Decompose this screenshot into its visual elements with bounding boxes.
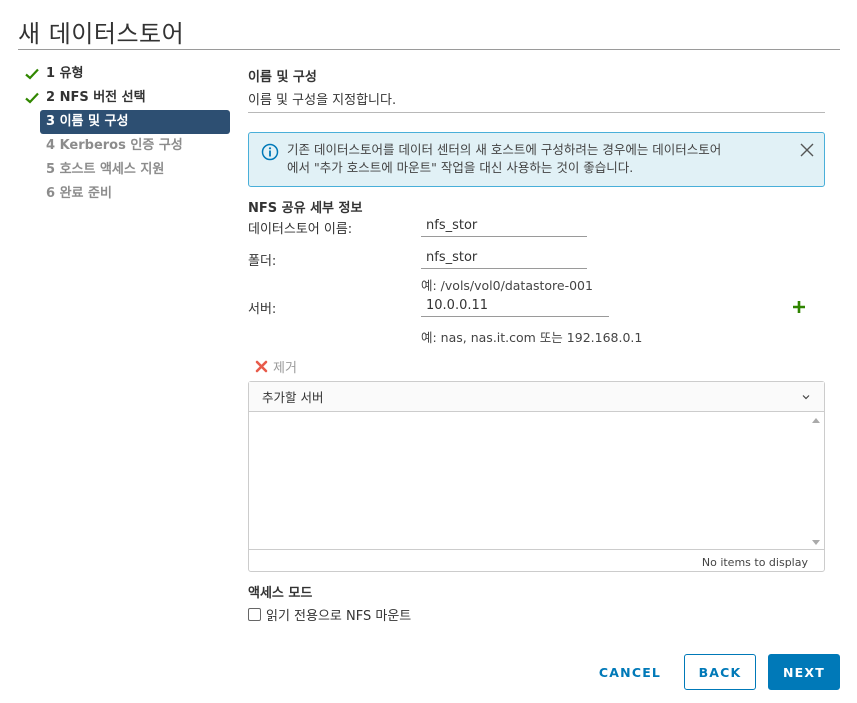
step-label: 6 완료 준비 [46,186,112,201]
readonly-label: 읽기 전용으로 NFS 마운트 [266,609,412,624]
title-divider [18,49,840,50]
alert-line: 에서 "추가 호스트에 마운트" 작업을 대신 사용하는 것이 좋습니다. [287,160,634,175]
scroll-up-icon[interactable] [812,418,820,423]
server-hint: 예: nas, nas.it.com 또는 192.168.0.1 [421,330,643,345]
chevron-down-icon[interactable] [801,392,811,402]
step-label: 1 유형 [46,66,84,81]
check-icon [25,92,39,104]
folder-label: 폴더: [248,254,277,269]
info-icon [261,143,279,161]
close-icon [255,360,268,373]
datastore-name-input[interactable] [421,215,587,237]
server-input[interactable] [421,295,609,317]
readonly-checkbox[interactable] [248,608,261,621]
section-divider [248,112,825,113]
folder-hint: 예: /vols/vol0/datastore-001 [421,278,593,293]
next-button[interactable]: NEXT [768,654,840,690]
remove-label: 제거 [273,361,297,376]
step-name-config[interactable]: 3 이름 및 구성 [40,110,230,134]
remove-button[interactable]: 제거 [254,357,297,376]
step-host-access[interactable]: 5 호스트 액세스 지원 [24,158,230,182]
folder-input[interactable] [421,247,587,269]
step-label: 5 호스트 액세스 지원 [46,162,165,177]
add-icon[interactable] [791,299,807,315]
datastore-name-label: 데이터스토어 이름: [248,222,353,237]
grid-header[interactable]: 추가할 서버 [249,382,824,412]
alert-message: 기존 데이터스토어를 데이터 센터의 새 호스트에 구성하려는 경우에는 데이터… [287,141,787,177]
step-nfs-version[interactable]: 2 NFS 버전 선택 [24,86,230,110]
cancel-button[interactable]: CANCEL [590,654,670,690]
close-icon[interactable] [798,141,816,159]
step-label: 3 이름 및 구성 [46,114,129,129]
back-button[interactable]: BACK [684,654,756,690]
alert-line: 기존 데이터스토어를 데이터 센터의 새 호스트에 구성하려는 경우에는 데이터… [287,142,722,157]
section-description: 이름 및 구성을 지정합니다. [248,93,397,108]
access-mode-title: 액세스 모드 [248,586,313,601]
step-ready[interactable]: 6 완료 준비 [24,182,230,206]
section-title: 이름 및 구성 [248,70,317,85]
server-label: 서버: [248,302,277,317]
readonly-option[interactable]: 읽기 전용으로 NFS 마운트 [248,605,411,624]
step-type[interactable]: 1 유형 [24,62,230,86]
scroll-down-icon[interactable] [812,540,820,545]
step-label: 2 NFS 버전 선택 [46,90,146,105]
grid-footer: No items to display [701,556,808,569]
info-alert: 기존 데이터스토어를 데이터 센터의 새 호스트에 구성하려는 경우에는 데이터… [248,132,825,187]
check-icon [25,68,39,80]
wizard-steps: 1 유형 2 NFS 버전 선택 3 이름 및 구성 4 Kerberos 인증… [24,62,230,206]
grid-scrollbar[interactable] [810,416,822,547]
step-label: 4 Kerberos 인증 구성 [46,138,183,153]
grid-header-label: 추가할 서버 [262,390,324,405]
servers-grid: 추가할 서버 No items to display [248,381,825,572]
nfs-details-title: NFS 공유 세부 정보 [248,201,363,216]
wizard-title: 새 데이터스토어 [18,20,185,48]
step-kerberos[interactable]: 4 Kerberos 인증 구성 [24,134,230,158]
grid-body [249,413,824,550]
